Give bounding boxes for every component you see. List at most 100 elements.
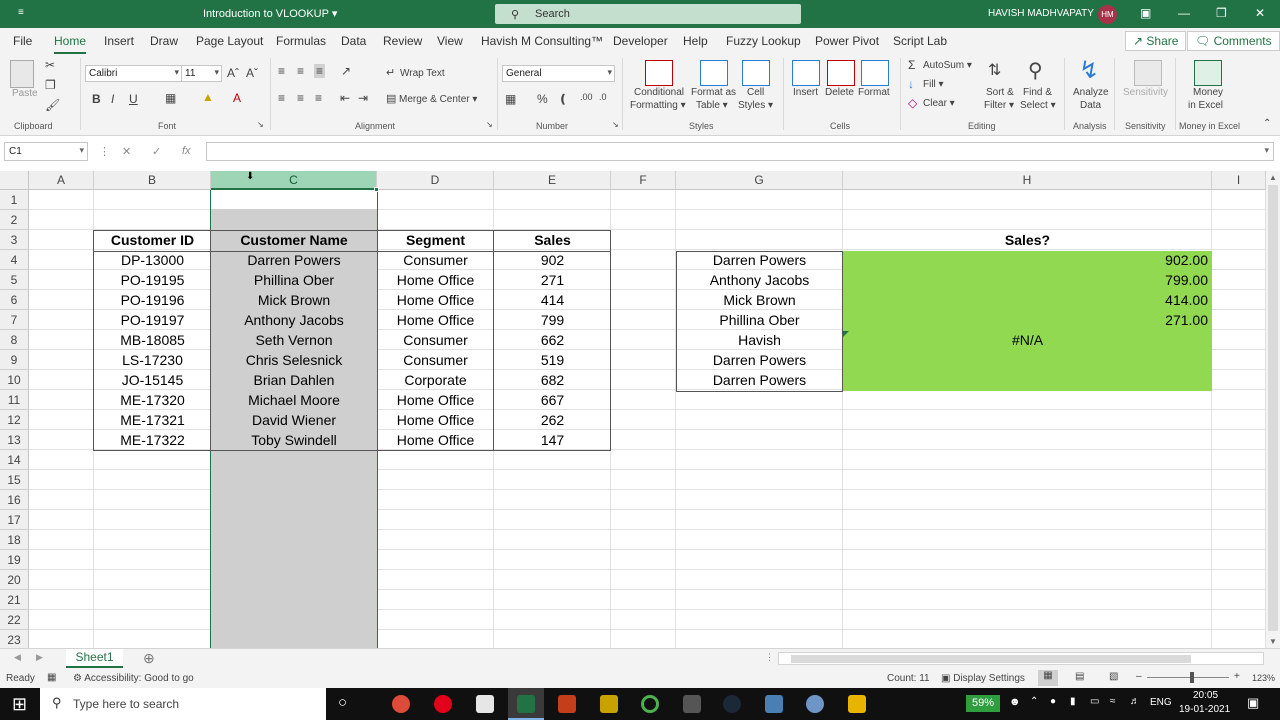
horizontal-scroll-thumb[interactable] <box>791 655 1191 663</box>
horizontal-scrollbar[interactable] <box>778 652 1264 665</box>
tab-home[interactable]: Home <box>54 34 87 54</box>
lookup-name-cell[interactable]: Havish <box>676 330 843 350</box>
row-header-1[interactable]: 1 <box>0 190 29 210</box>
sort-filter-label-1[interactable]: Sort & <box>986 87 1014 98</box>
zoom-slider[interactable] <box>1147 677 1229 678</box>
opera-icon[interactable] <box>434 695 452 713</box>
sort-filter-icon[interactable]: ⇅ <box>988 60 1001 80</box>
sensitivity-button[interactable]: Sensitivity <box>1123 87 1168 98</box>
lookup-name-cell[interactable]: Darren Powers <box>676 250 843 270</box>
prev-sheet-icon[interactable]: ◀ <box>14 652 21 663</box>
delete-cells-button[interactable]: Delete <box>825 87 854 98</box>
table-cell-sales[interactable]: 271 <box>494 270 611 290</box>
format-cells-icon[interactable] <box>861 60 889 86</box>
table-header-sales[interactable]: Sales <box>494 230 611 250</box>
table-cell-customer-id[interactable]: PO-19197 <box>94 310 211 330</box>
avatar[interactable]: HM <box>1098 5 1117 24</box>
row-header-2[interactable]: 2 <box>0 210 29 230</box>
close-icon[interactable]: ✕ <box>1255 6 1265 20</box>
tab-fuzzy-lookup[interactable]: Fuzzy Lookup <box>726 34 801 48</box>
find-select-icon[interactable]: ⚲ <box>1028 58 1043 83</box>
search-box[interactable]: ⚲ Search <box>495 4 801 24</box>
excel-icon[interactable] <box>517 695 535 713</box>
paste-label[interactable]: Paste <box>12 88 38 99</box>
cell-styles-label-2[interactable]: Styles ▾ <box>738 100 773 111</box>
clock-time[interactable]: 20:05 <box>1193 690 1218 701</box>
lookup-result-cell[interactable]: 271.00 <box>843 310 1212 330</box>
align-middle-icon[interactable]: ≡ <box>297 64 304 78</box>
delete-cells-icon[interactable] <box>827 60 855 86</box>
sync-icon[interactable] <box>641 695 659 713</box>
wrap-text-icon[interactable]: ↵ <box>386 66 395 79</box>
orientation-icon[interactable]: ↗ <box>341 64 351 78</box>
lookup-name-cell[interactable]: Phillina Ober <box>676 310 843 330</box>
battery-indicator[interactable]: 59% <box>966 695 1000 712</box>
table-cell-segment[interactable]: Consumer <box>377 330 494 350</box>
column-header-c[interactable]: C <box>211 171 377 190</box>
table-cell-customer-name[interactable]: Mick Brown <box>211 290 377 310</box>
column-header-b[interactable]: B <box>94 171 211 190</box>
column-header-f[interactable]: F <box>611 171 676 190</box>
wrap-text-button[interactable]: Wrap Text <box>400 68 445 79</box>
document-title[interactable]: Introduction to VLOOKUP ▾ <box>203 7 337 20</box>
row-header-22[interactable]: 22 <box>0 610 29 630</box>
table-cell-customer-id[interactable]: JO-15145 <box>94 370 211 390</box>
battery-icon[interactable]: ▭ <box>1090 696 1099 707</box>
align-center-icon[interactable]: ≡ <box>297 91 304 105</box>
tray-app-icon[interactable]: ● <box>1050 696 1056 707</box>
align-top-icon[interactable]: ≡ <box>278 64 285 78</box>
table-header-customer-name[interactable]: Customer Name <box>211 230 377 250</box>
microphone-icon[interactable]: ▮ <box>1070 696 1076 707</box>
table-cell-customer-name[interactable]: David Wiener <box>211 410 377 430</box>
conditional-formatting-label-2[interactable]: Formatting ▾ <box>630 100 686 111</box>
name-box[interactable]: C1 ▾ <box>4 142 88 161</box>
comments-button[interactable]: 🗨 Comments <box>1187 31 1280 51</box>
alignment-dialog-launcher-icon[interactable]: ↘ <box>486 120 493 129</box>
cut-icon[interactable]: ✂ <box>45 58 55 72</box>
increase-font-icon[interactable]: Aˆ <box>227 66 239 80</box>
table-cell-customer-id[interactable]: ME-17321 <box>94 410 211 430</box>
clock-date[interactable]: 19-01-2021 <box>1179 704 1230 715</box>
steam-icon[interactable] <box>723 695 741 713</box>
table-cell-sales[interactable]: 902 <box>494 250 611 270</box>
share-button[interactable]: ↗ Share <box>1125 31 1187 51</box>
page-break-view-icon[interactable]: ▧ <box>1109 671 1118 682</box>
row-header-15[interactable]: 15 <box>0 470 29 490</box>
money-label-2[interactable]: in Excel <box>1188 100 1223 111</box>
windows-start-icon[interactable]: ⊞ <box>12 694 27 715</box>
row-header-9[interactable]: 9 <box>0 350 29 370</box>
row-header-4[interactable]: 4 <box>0 250 29 270</box>
row-header-18[interactable]: 18 <box>0 530 29 550</box>
font-name-select[interactable]: Calibri <box>85 65 182 82</box>
row-header-17[interactable]: 17 <box>0 510 29 530</box>
status-count[interactable]: Count: 11 <box>887 673 930 684</box>
display-settings-button[interactable]: ▣ Display Settings <box>941 673 1025 684</box>
tab-help[interactable]: Help <box>683 34 708 48</box>
table-cell-segment[interactable]: Home Office <box>377 410 494 430</box>
table-cell-segment[interactable]: Consumer <box>377 350 494 370</box>
table-cell-customer-name[interactable]: Darren Powers <box>211 250 377 270</box>
tab-developer[interactable]: Developer <box>613 34 668 48</box>
clear-icon[interactable]: ◇ <box>908 96 917 110</box>
table-cell-customer-name[interactable]: Toby Swindell <box>211 430 377 450</box>
find-select-label-1[interactable]: Find & <box>1023 87 1052 98</box>
analyze-data-icon[interactable]: ↯ <box>1079 56 1099 85</box>
fill-color-icon[interactable]: ▲ <box>202 90 214 104</box>
tab-formulas[interactable]: Formulas <box>276 34 326 48</box>
row-header-21[interactable]: 21 <box>0 590 29 610</box>
table-cell-customer-name[interactable]: Michael Moore <box>211 390 377 410</box>
table-cell-customer-id[interactable]: PO-19195 <box>94 270 211 290</box>
lookup-header[interactable]: Sales? <box>843 230 1212 250</box>
format-as-table-label-2[interactable]: Table ▾ <box>696 100 728 111</box>
decrease-decimal-icon[interactable]: .0 <box>599 92 607 102</box>
show-hidden-icons-icon[interactable]: ⌃ <box>1030 696 1038 707</box>
table-header-segment[interactable]: Segment <box>377 230 494 250</box>
tab-power-pivot[interactable]: Power Pivot <box>815 34 879 48</box>
underline-button[interactable]: U <box>129 92 138 106</box>
analyze-data-label-1[interactable]: Analyze <box>1073 87 1109 98</box>
cell-styles-label-1[interactable]: Cell <box>747 87 764 98</box>
tab-data[interactable]: Data <box>341 34 366 48</box>
file-explorer-icon[interactable] <box>848 695 866 713</box>
lookup-error-cell[interactable]: #N/A <box>843 330 1212 350</box>
insert-function-button[interactable]: fx <box>182 145 191 157</box>
